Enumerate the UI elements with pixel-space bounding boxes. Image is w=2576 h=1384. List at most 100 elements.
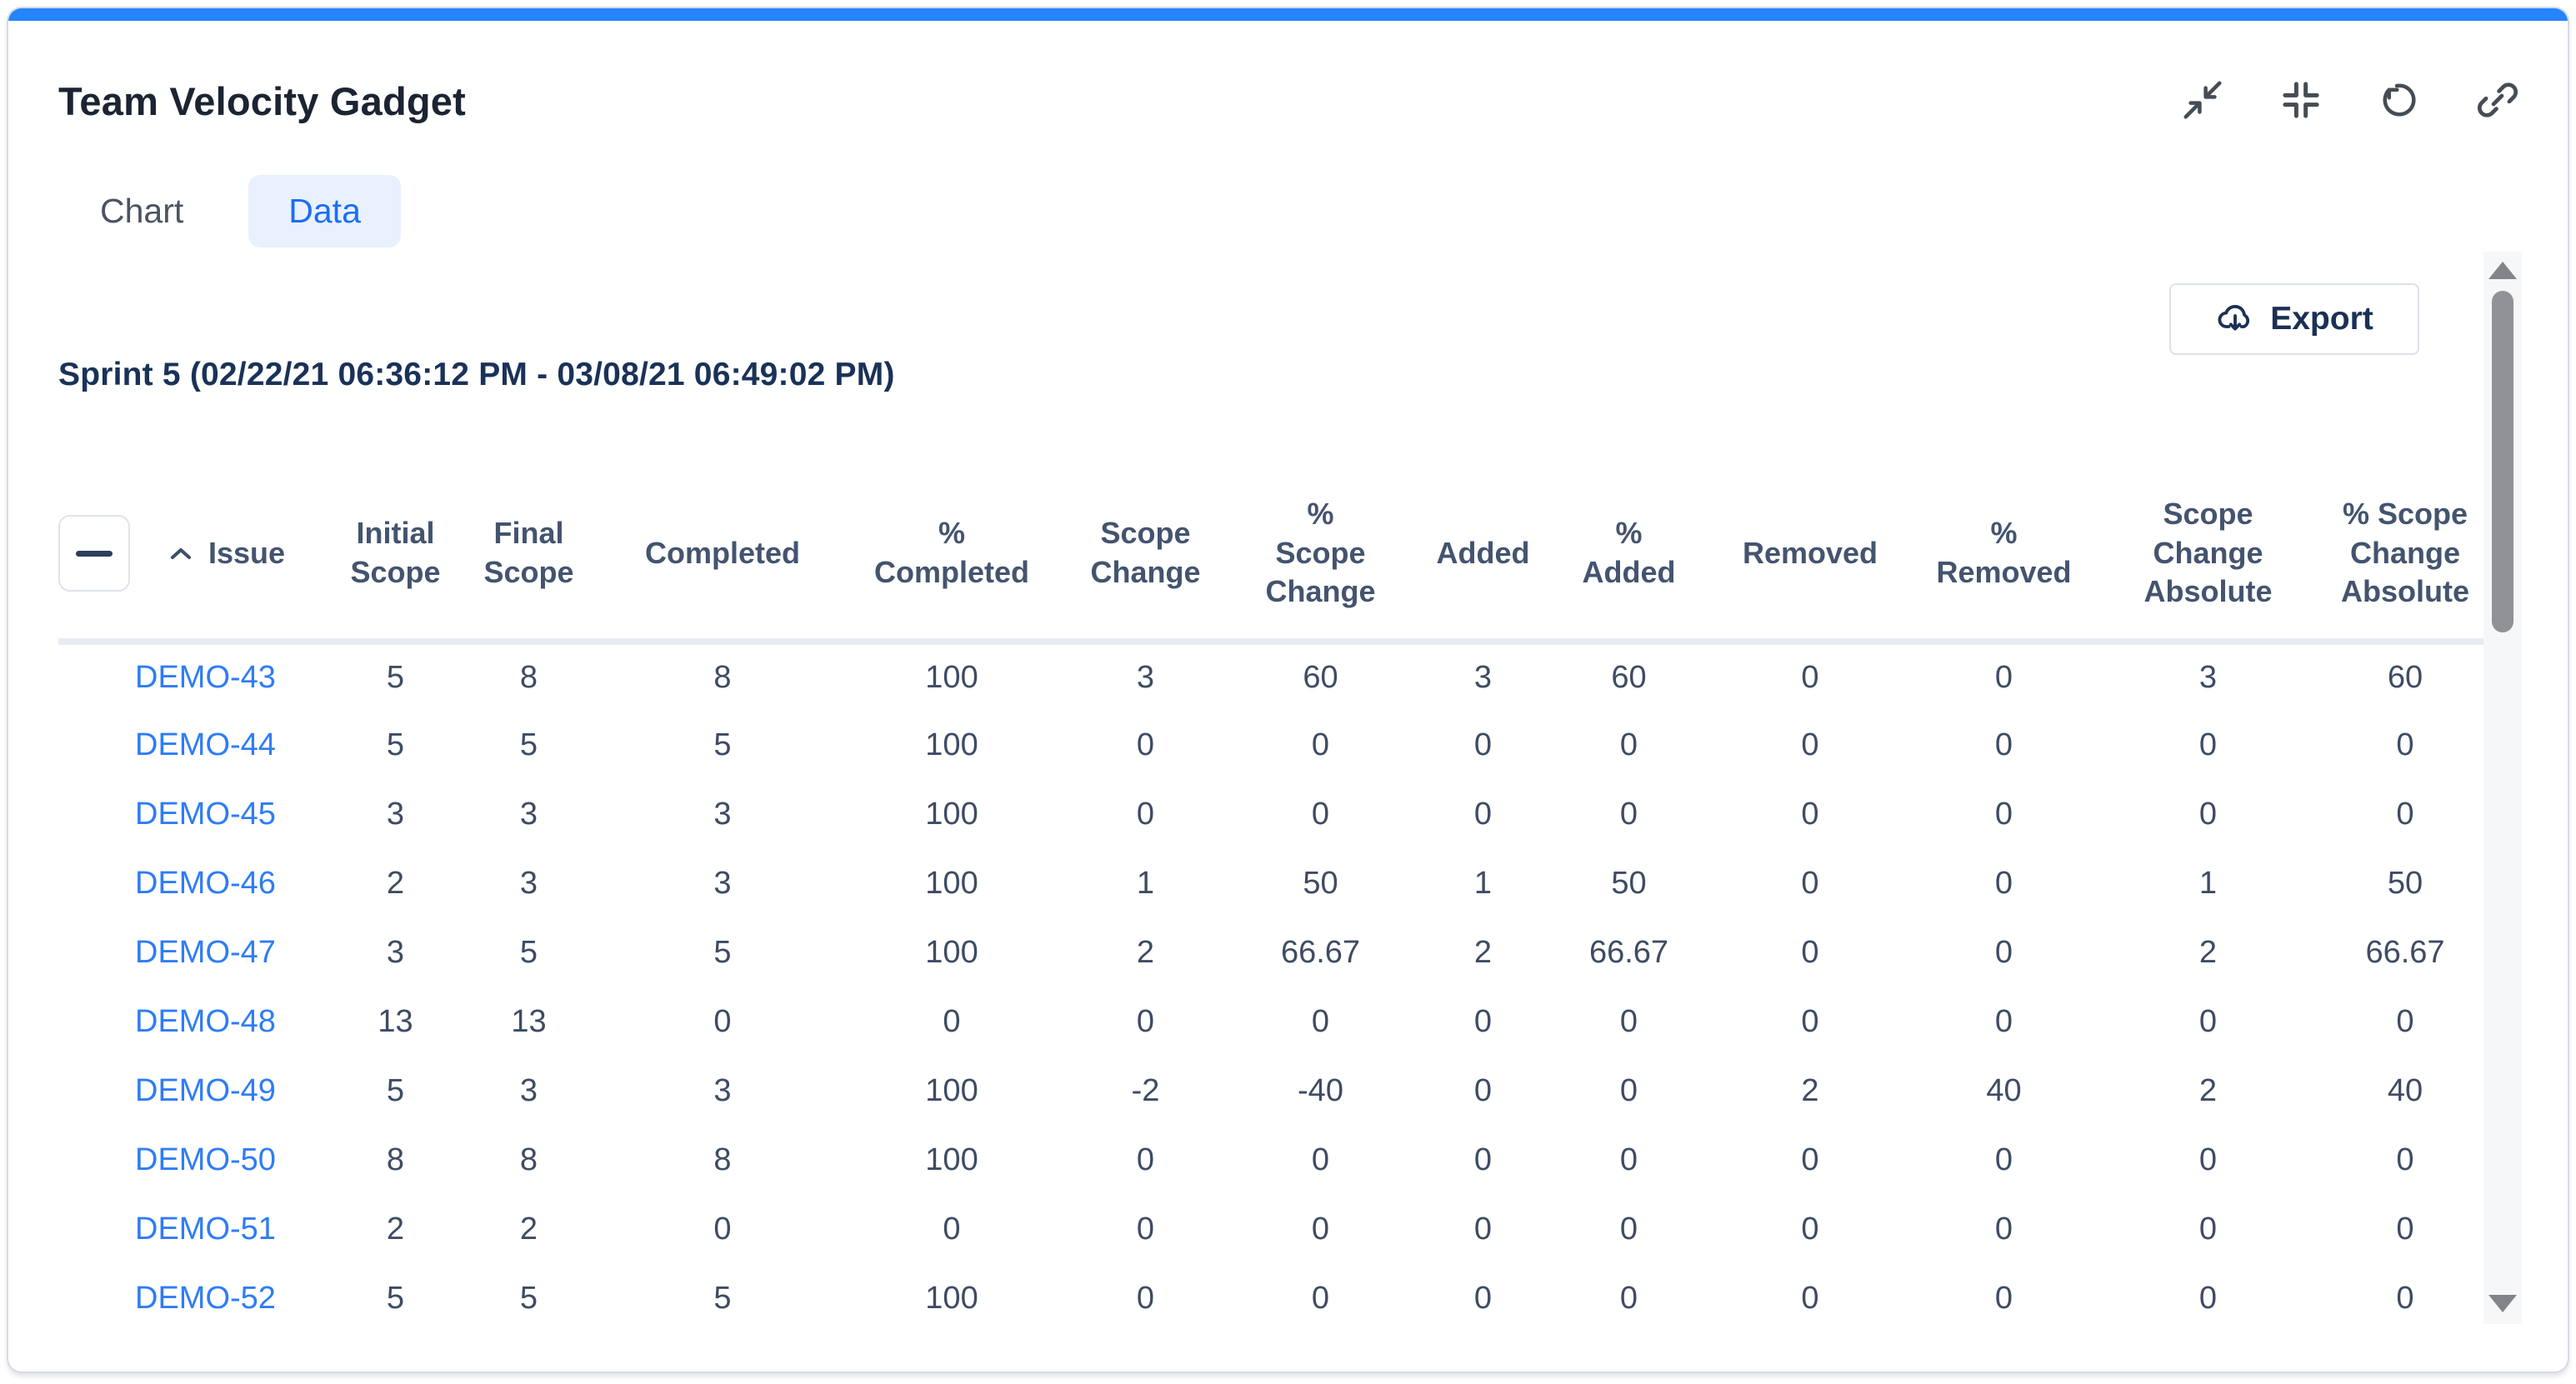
link-icon[interactable]	[2474, 77, 2521, 123]
export-button[interactable]: Export	[2169, 283, 2419, 355]
table-cell: 13	[456, 987, 602, 1057]
issue-cell: DEMO-51	[135, 1195, 335, 1264]
table-cell: 40	[1918, 1057, 2089, 1126]
table-cell: 100	[843, 780, 1060, 849]
table-cell: 0	[2327, 711, 2483, 780]
issue-link[interactable]: DEMO-47	[135, 935, 276, 970]
table-cell: 0	[1060, 780, 1231, 849]
table-cell: 0	[1410, 1264, 1556, 1333]
issue-cell: DEMO-49	[135, 1057, 335, 1126]
table-cell: 0	[1410, 1126, 1556, 1195]
scroll-down-button[interactable]	[2488, 1295, 2517, 1312]
collapse-icon[interactable]	[2179, 77, 2226, 123]
issue-link[interactable]: DEMO-43	[135, 660, 276, 695]
issue-cell: DEMO-45	[135, 780, 335, 849]
table-cell: 3	[602, 780, 843, 849]
table-cell: 0	[2089, 1195, 2327, 1264]
minus-icon	[76, 551, 113, 557]
tab-chart[interactable]: Chart	[92, 175, 192, 247]
table-cell: 0	[1556, 711, 1702, 780]
table-cell: 0	[1556, 1264, 1702, 1333]
table-cell: 0	[1918, 849, 2089, 918]
exit-fullscreen-icon[interactable]	[2278, 77, 2324, 123]
table-cell: 0	[1231, 780, 1410, 849]
column-header[interactable]: % Added	[1556, 468, 1702, 642]
table-cell: 0	[1410, 711, 1556, 780]
table-cell: 1	[2089, 849, 2327, 918]
issue-link[interactable]: DEMO-52	[135, 1281, 276, 1316]
table-cell: 0	[1702, 642, 1918, 711]
issue-link[interactable]: DEMO-51	[135, 1212, 276, 1247]
table-cell: 5	[456, 711, 602, 780]
table-cell: 0	[1918, 1195, 2089, 1264]
row-control-cell	[58, 1057, 135, 1126]
table-cell: 0	[1918, 1126, 2089, 1195]
table-cell: 0	[1556, 1057, 1702, 1126]
column-header[interactable]: Scope Change	[1060, 468, 1231, 642]
column-header[interactable]: Removed	[1702, 468, 1918, 642]
table-cell: 3	[456, 849, 602, 918]
scroll-up-button[interactable]	[2488, 262, 2517, 279]
tab-data[interactable]: Data	[248, 175, 401, 247]
issue-link[interactable]: DEMO-50	[135, 1142, 276, 1177]
column-header[interactable]: Final Scope	[456, 468, 602, 642]
table-cell: 3	[2089, 642, 2327, 711]
sort-ascending-icon[interactable]	[170, 507, 192, 600]
row-control-cell	[58, 1195, 135, 1264]
table-cell: 0	[602, 987, 843, 1057]
table-cell: 0	[2327, 1195, 2483, 1264]
refresh-icon[interactable]	[2376, 77, 2423, 123]
issue-header-label: Issue	[208, 534, 285, 573]
table-cell: 0	[1231, 1264, 1410, 1333]
table-cell: 0	[1231, 1195, 1410, 1264]
issue-cell: DEMO-52	[135, 1264, 335, 1333]
column-header[interactable]: Initial Scope	[335, 468, 456, 642]
table-row: DEMO-49533100-2-4000240240	[58, 1057, 2483, 1126]
row-control-cell	[58, 780, 135, 849]
table-cell: 100	[843, 1126, 1060, 1195]
collapse-rows-button[interactable]	[58, 515, 130, 592]
column-header[interactable]: % Completed	[843, 468, 1060, 642]
table-cell: 3	[456, 780, 602, 849]
column-header[interactable]: % Removed	[1918, 468, 2089, 642]
table-cell: 50	[1556, 849, 1702, 918]
column-header[interactable]: % Scope Change	[1231, 468, 1410, 642]
table-cell: 0	[1918, 987, 2089, 1057]
table-row: DEMO-51220000000000	[58, 1195, 2483, 1264]
table-cell: 60	[1231, 642, 1410, 711]
table-cell: 5	[335, 642, 456, 711]
table-scrollbar[interactable]	[2483, 252, 2522, 1324]
issue-link[interactable]: DEMO-46	[135, 866, 276, 901]
table-cell: 0	[1918, 1264, 2089, 1333]
scrollbar-thumb[interactable]	[2492, 291, 2513, 632]
column-header[interactable]: % Scope Change Absolute	[2327, 468, 2483, 642]
table-row: DEMO-5255510000000000	[58, 1264, 2483, 1333]
issue-link[interactable]: DEMO-48	[135, 1004, 276, 1039]
table-cell: 2	[2089, 1057, 2327, 1126]
table-cell: 60	[1556, 642, 1702, 711]
issue-link[interactable]: DEMO-44	[135, 727, 276, 762]
table-cell: 5	[602, 1264, 843, 1333]
column-header-issue[interactable]: Issue	[135, 468, 335, 642]
issue-cell: DEMO-44	[135, 711, 335, 780]
table-cell: 0	[1556, 987, 1702, 1057]
table-cell: 0	[2089, 987, 2327, 1057]
table-cell: 3	[1060, 642, 1231, 711]
table-cell: 0	[2089, 780, 2327, 849]
export-label: Export	[2270, 301, 2373, 337]
table-cell: 5	[335, 1057, 456, 1126]
gadget-toolbar	[2179, 77, 2521, 123]
table-cell: 0	[843, 1195, 1060, 1264]
issue-link[interactable]: DEMO-45	[135, 797, 276, 832]
issue-link[interactable]: DEMO-49	[135, 1073, 276, 1108]
column-header[interactable]: Completed	[602, 468, 843, 642]
table-cell: 0	[1060, 987, 1231, 1057]
row-control-cell	[58, 1126, 135, 1195]
table-cell: 0	[1918, 642, 2089, 711]
table-cell: 0	[1702, 849, 1918, 918]
table-cell: 50	[1231, 849, 1410, 918]
column-header[interactable]: Scope Change Absolute	[2089, 468, 2327, 642]
table-cell: 0	[1918, 711, 2089, 780]
column-header[interactable]: Added	[1410, 468, 1556, 642]
table-cell: 0	[1702, 1264, 1918, 1333]
